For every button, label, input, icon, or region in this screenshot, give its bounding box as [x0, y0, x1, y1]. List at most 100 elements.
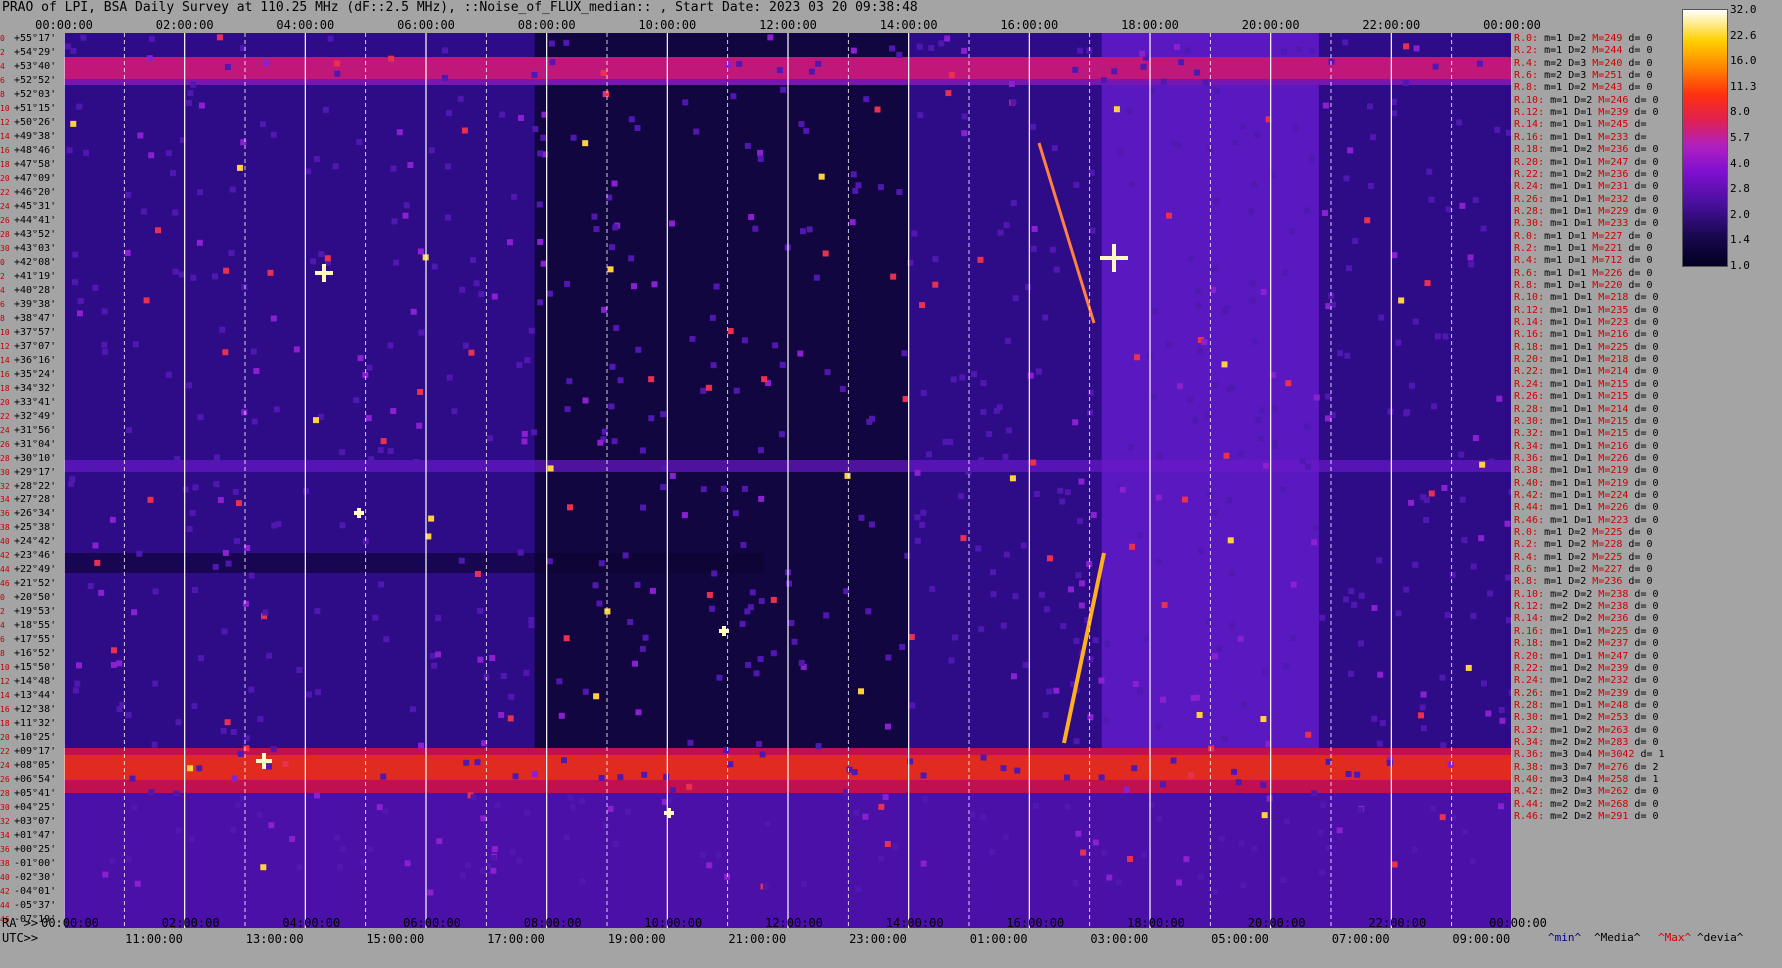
heatmap-speckle: [681, 512, 688, 519]
heatmap-speckle: [1078, 478, 1085, 485]
heatmap-speckle: [1126, 108, 1133, 115]
heatmap-speckle: [1487, 590, 1494, 597]
heatmap-speckle: [339, 522, 346, 529]
heatmap-speckle: [517, 114, 524, 121]
heatmap-speckle: [1305, 731, 1312, 738]
heatmap-speckle: [1132, 681, 1139, 688]
heatmap-speckle: [889, 45, 896, 52]
heatmap-speckle: [1488, 458, 1495, 465]
heatmap-speckle: [757, 149, 764, 156]
heatmap-speckle: [266, 652, 273, 659]
heatmap-speckle: [1423, 497, 1430, 504]
heatmap-speckle: [902, 396, 909, 403]
heatmap-speckle: [920, 860, 927, 867]
row-stat: R.12: m=2 D=2 M=238 d= 0: [1514, 601, 1659, 613]
ra-tick-label: 18:00:00: [1127, 916, 1185, 930]
heatmap-speckle: [1343, 175, 1350, 182]
heatmap-speckle: [1358, 592, 1365, 599]
heatmap-speckle: [314, 608, 321, 615]
top-tick-label: 22:00:00: [1362, 18, 1421, 32]
heatmap-speckle: [428, 147, 435, 154]
heatmap-speckle: [1257, 435, 1264, 442]
colorbar-tick: 2.8: [1730, 182, 1750, 196]
heatmap-speckle: [1412, 318, 1419, 325]
heatmap-speckle: [186, 526, 193, 533]
heatmap-speckle: [1470, 612, 1477, 619]
heatmap-speckle: [241, 283, 248, 290]
heatmap-speckle: [896, 189, 903, 196]
heatmap-speckle: [457, 95, 464, 102]
heatmap-speckle: [305, 168, 312, 175]
declination-label: 22 +32°49': [0, 411, 57, 422]
heatmap-speckle: [592, 582, 599, 589]
heatmap-speckle: [920, 509, 927, 516]
heatmap-speckle: [1204, 412, 1211, 419]
heatmap-speckle: [1004, 337, 1011, 344]
utc-tick-label: 05:00:00: [1211, 932, 1269, 946]
heatmap-speckle: [1221, 361, 1228, 368]
heatmap-speckle: [268, 822, 275, 829]
heatmap-speckle: [69, 476, 76, 483]
heatmap-speckle: [1087, 714, 1094, 721]
heatmap-speckle: [609, 363, 616, 370]
heatmap-speckle: [1290, 581, 1297, 588]
heatmap-speckle: [409, 706, 416, 713]
heatmap-speckle: [1462, 828, 1469, 835]
heatmap-speckle: [724, 873, 731, 880]
heatmap-speckle: [1402, 80, 1409, 87]
row-stat: R.28: m=1 D=1 M=229 d= 0: [1514, 205, 1659, 217]
heatmap-speckle: [80, 34, 87, 41]
declination-label: 8 +16°52': [0, 649, 57, 660]
heatmap-speckle: [1009, 475, 1016, 482]
heatmap-speckle: [75, 662, 82, 669]
heatmap-speckle: [635, 709, 642, 716]
heatmap-speckle: [785, 580, 792, 587]
heatmap-speckle: [1139, 50, 1146, 57]
heatmap-speckle: [508, 693, 515, 700]
heatmap-speckle: [798, 659, 805, 666]
heatmap-speckle: [182, 486, 189, 493]
heatmap-speckle: [989, 849, 996, 856]
heatmap-speckle: [1447, 761, 1454, 768]
heatmap-speckle: [1251, 845, 1258, 852]
heatmap-speckle: [603, 822, 610, 829]
declination-label: 32 +03°07': [0, 817, 57, 828]
heatmap-speckle: [890, 273, 897, 280]
heatmap-speckle: [372, 614, 379, 621]
heatmap-speckle: [512, 773, 519, 780]
heatmap-speckle: [266, 763, 273, 770]
heatmap-speckle: [753, 670, 760, 677]
heatmap-speckle: [1262, 462, 1269, 469]
heatmap-speckle: [1010, 99, 1017, 106]
row-stat: R.8: m=1 D=2 M=243 d= 0: [1514, 82, 1653, 94]
row-stat: R.34: m=1 D=1 M=216 d= 0: [1514, 440, 1659, 452]
heatmap-speckle: [192, 587, 199, 594]
heatmap-speckle: [1229, 570, 1236, 577]
heatmap-speckle: [462, 342, 469, 349]
heatmap-speckle: [1042, 314, 1049, 321]
colorbar-tick: 2.0: [1730, 207, 1750, 221]
heatmap-speckle: [628, 255, 635, 262]
heatmap-speckle: [222, 549, 229, 556]
heatmap-speckle: [1312, 525, 1319, 532]
heatmap-speckle: [1012, 295, 1019, 302]
heatmap-speckle: [225, 560, 232, 567]
heatmap-speckle: [197, 189, 204, 196]
heatmap-speckle: [958, 493, 965, 500]
heatmap-speckle: [1485, 710, 1492, 717]
declination-label: 10 +51°15': [0, 103, 57, 114]
heatmap-speckle: [1012, 593, 1019, 600]
heatmap-speckle: [1426, 168, 1433, 175]
heatmap-speckle: [1063, 774, 1070, 781]
colorbar-tick: 5.7: [1730, 131, 1750, 144]
heatmap-speckle: [806, 226, 813, 233]
heatmap-speckle: [216, 34, 223, 41]
heatmap-speckle: [1129, 543, 1136, 550]
heatmap-speckle: [1458, 451, 1465, 458]
heatmap-speckle: [1432, 63, 1439, 70]
row-stat: R.2: m=1 D=1 M=221 d= 0: [1514, 242, 1653, 254]
heatmap-speckle: [1346, 265, 1353, 272]
heatmap-speckle: [1428, 196, 1435, 203]
heatmap-speckle: [1177, 383, 1184, 390]
heatmap-speckle: [458, 557, 465, 564]
